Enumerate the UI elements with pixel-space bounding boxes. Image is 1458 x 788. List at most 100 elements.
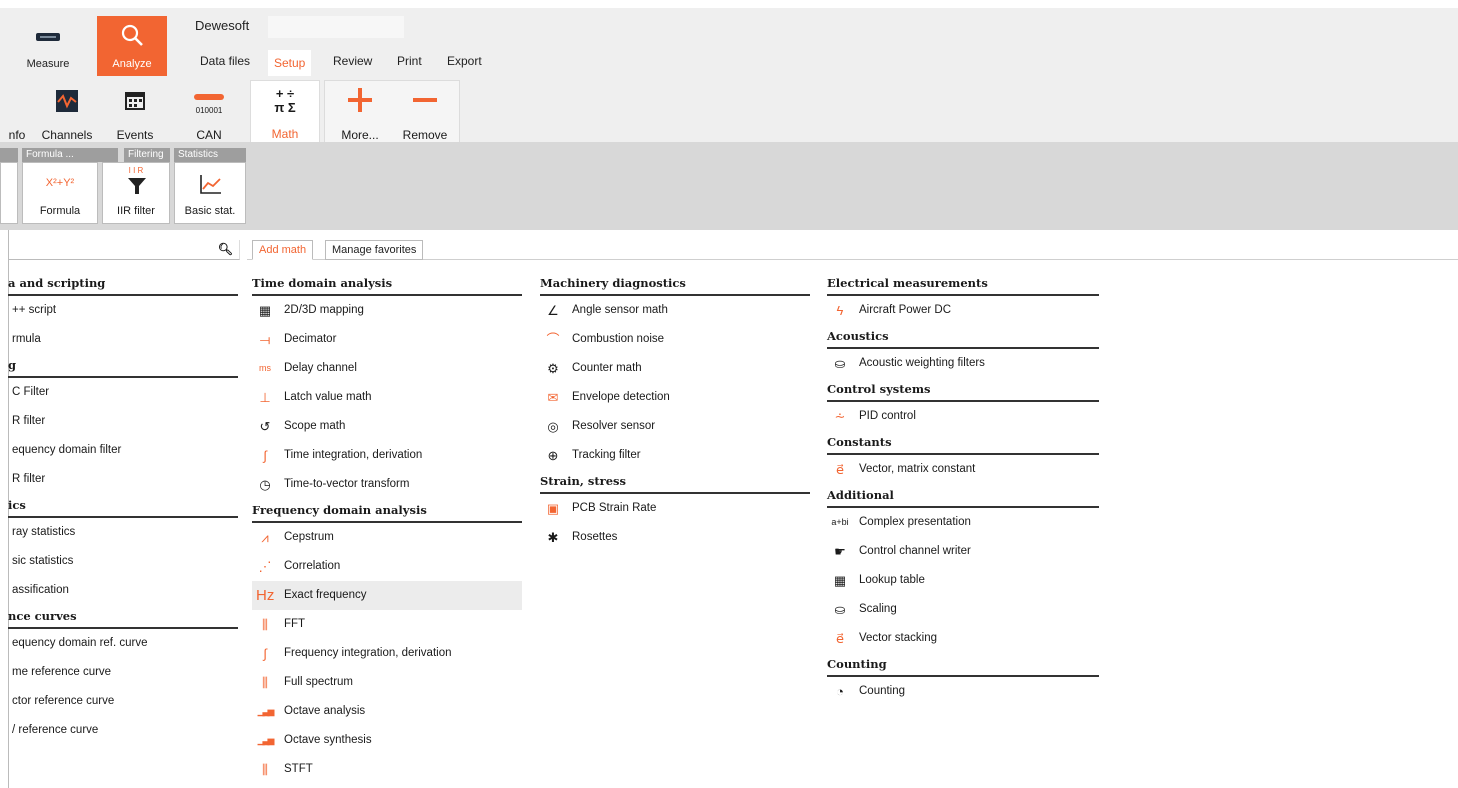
math-item-pid-control[interactable]: ⩪ PID control <box>827 402 1099 431</box>
fft-icon: ⫼ <box>262 617 268 632</box>
info-button[interactable]: nfo <box>0 80 34 146</box>
math-item-full-spectrum[interactable]: ⫼ Full spectrum <box>252 668 522 697</box>
math-item-label: 2D/3D mapping <box>284 304 364 316</box>
math-item-cepstrum[interactable]: ⩘ Cepstrum <box>252 523 522 552</box>
decimator-icon: ⟞ <box>259 332 271 347</box>
more-button[interactable]: More... <box>328 80 392 146</box>
math-item-latch-value-math[interactable]: ⊥ Latch value math <box>252 383 522 412</box>
math-item-tracking-filter[interactable]: ⊕ Tracking filter <box>540 441 810 470</box>
math-item-rmula[interactable]: rmula <box>8 325 238 354</box>
crosshair-icon: ⊕ <box>547 448 559 463</box>
math-item-scaling[interactable]: ⛀ Scaling <box>827 595 1099 624</box>
math-item-r-filter[interactable]: R filter <box>8 407 238 436</box>
math-item-complex-presentation[interactable]: a+bi Complex presentation <box>827 508 1099 537</box>
gear-icon: ⚙ <box>547 361 559 376</box>
math-item-label: ctor reference curve <box>12 695 115 707</box>
tab-setup[interactable]: Setup <box>268 50 312 76</box>
stft-icon: ⫼ <box>262 762 268 777</box>
tab-data-files[interactable]: Data files <box>200 54 250 68</box>
math-item-label: me reference curve <box>12 666 112 678</box>
math-item-resolver-sensor[interactable]: ◎ Resolver sensor <box>540 412 810 441</box>
math-item-label: Angle sensor math <box>572 304 668 316</box>
measure-mode-button[interactable]: Measure <box>13 16 83 76</box>
math-column-3: Machinery diagnostics ∠ Angle sensor math ⌒… <box>540 272 810 552</box>
tab-review[interactable]: Review <box>333 54 372 68</box>
math-item-rosettes[interactable]: ✱ Rosettes <box>540 523 810 552</box>
basic-stat-button[interactable]: Basic stat. <box>174 162 246 224</box>
math-item-label: sic statistics <box>12 555 74 567</box>
math-item-sic-statistics[interactable]: sic statistics <box>8 547 238 576</box>
math-item-frequency-integration-derivation[interactable]: ∫ Frequency integration, derivation <box>252 639 522 668</box>
math-item-ctor-reference-curve[interactable]: ctor reference curve <box>8 687 238 716</box>
math-item-octave-synthesis[interactable]: ▁▃▅ Octave synthesis <box>252 726 522 755</box>
math-item-vector-matrix-constant[interactable]: e⃗ Vector, matrix constant <box>827 455 1099 484</box>
can-button[interactable]: 010001 CAN <box>178 80 240 146</box>
math-item-acoustic-weighting-filters[interactable]: ⛀ Acoustic weighting filters <box>827 349 1099 378</box>
math-label: Math <box>271 127 299 141</box>
math-item-control-channel-writer[interactable]: ☛ Control channel writer <box>827 537 1099 566</box>
math-column-1: a and scripting ++ script rmula g C Filter R … <box>8 272 238 745</box>
math-item-label: Full spectrum <box>284 676 354 688</box>
correlation-icon: ⋰ <box>258 559 272 574</box>
math-item-fft[interactable]: ⫼ FFT <box>252 610 522 639</box>
group-header-filtering: Filtering <box>124 148 170 162</box>
math-item-stft[interactable]: ⫼ STFT <box>252 755 522 784</box>
math-item-exact-frequency[interactable]: Hz Exact frequency <box>252 581 522 610</box>
math-column-2: Time domain analysis ▦ 2D/3D mapping ⟞ Decim… <box>252 272 522 784</box>
search-input[interactable]: 🔍︎ <box>8 240 240 260</box>
remove-button[interactable]: Remove <box>394 80 456 146</box>
group-header-formula: Formula ... <box>22 148 118 162</box>
section-header: Additional <box>827 484 1099 508</box>
table-icon: ▦ <box>833 573 847 588</box>
math-item-pcb-strain-rate[interactable]: ▣ PCB Strain Rate <box>540 494 810 523</box>
iir-sym: I I R <box>128 166 144 175</box>
search-icon[interactable]: 🔍︎ <box>218 242 233 256</box>
math-item-combustion-noise[interactable]: ⌒ Combustion noise <box>540 325 810 354</box>
analyze-mode-button[interactable]: Analyze <box>97 16 167 76</box>
math-item-decimator[interactable]: ⟞ Decimator <box>252 325 522 354</box>
pointer-icon: ☛ <box>834 544 846 559</box>
math-item-me-reference-curve[interactable]: me reference curve <box>8 658 238 687</box>
math-item-aircraft-power-dc[interactable]: ϟ Aircraft Power DC <box>827 296 1099 325</box>
tab-export[interactable]: Export <box>447 54 482 68</box>
prev-ribbon-item[interactable] <box>0 162 18 224</box>
math-item-reference-curve[interactable]: / reference curve <box>8 716 238 745</box>
math-item-time-integration-derivation[interactable]: ∫ Time integration, derivation <box>252 441 522 470</box>
math-item-label: Complex presentation <box>859 516 971 528</box>
channels-icon <box>56 90 78 112</box>
channels-button[interactable]: Channels <box>38 80 96 146</box>
math-item-c-filter[interactable]: C Filter <box>8 378 238 407</box>
iir-filter-button[interactable]: I I R IIR filter <box>102 162 170 224</box>
can-label: CAN <box>196 128 222 142</box>
math-item-counting[interactable]: ◔ Counting <box>827 677 1099 706</box>
formula-button[interactable]: X²+Y² Formula <box>22 162 98 224</box>
math-item-label: Envelope detection <box>572 391 670 403</box>
math-item-equency-domain-ref-curve[interactable]: equency domain ref. curve <box>8 629 238 658</box>
tab-manage-favorites[interactable]: Manage favorites <box>325 240 424 260</box>
math-item-ray-statistics[interactable]: ray statistics <box>8 518 238 547</box>
math-item-angle-sensor-math[interactable]: ∠ Angle sensor math <box>540 296 810 325</box>
math-item-equency-domain-filter[interactable]: equency domain filter <box>8 436 238 465</box>
top-ribbon: Measure Analyze Dewesoft Data files Setu… <box>0 0 1458 146</box>
math-item-envelope-detection[interactable]: ✉ Envelope detection <box>540 383 810 412</box>
tab-add-math[interactable]: Add math <box>252 240 314 260</box>
math-item-time-to-vector-transform[interactable]: ◷ Time-to-vector transform <box>252 470 522 499</box>
math-item-correlation[interactable]: ⋰ Correlation <box>252 552 522 581</box>
integral-icon: ∫ <box>263 646 267 661</box>
math-item-octave-analysis[interactable]: ▁▃▅ Octave analysis <box>252 697 522 726</box>
math-item-counter-math[interactable]: ⚙ Counter math <box>540 354 810 383</box>
math-item-r-filter[interactable]: R filter <box>8 465 238 494</box>
math-item-delay-channel[interactable]: ms Delay channel <box>252 354 522 383</box>
tab-print[interactable]: Print <box>397 54 422 68</box>
events-button[interactable]: Events <box>110 80 160 146</box>
section-header: Time domain analysis <box>252 272 522 296</box>
math-item-script[interactable]: ++ script <box>8 296 238 325</box>
math-item-assification[interactable]: assification <box>8 576 238 605</box>
math-item-lookup-table[interactable]: ▦ Lookup table <box>827 566 1099 595</box>
math-item-2d-3d-mapping[interactable]: ▦ 2D/3D mapping <box>252 296 522 325</box>
math-item-scope-math[interactable]: ↺ Scope math <box>252 412 522 441</box>
tab-underline <box>247 259 1458 260</box>
math-item-vector-stacking[interactable]: e⃗ Vector stacking <box>827 624 1099 653</box>
math-button[interactable]: + ÷ π Σ Math <box>250 80 320 146</box>
hz-icon: Hz <box>256 587 275 604</box>
